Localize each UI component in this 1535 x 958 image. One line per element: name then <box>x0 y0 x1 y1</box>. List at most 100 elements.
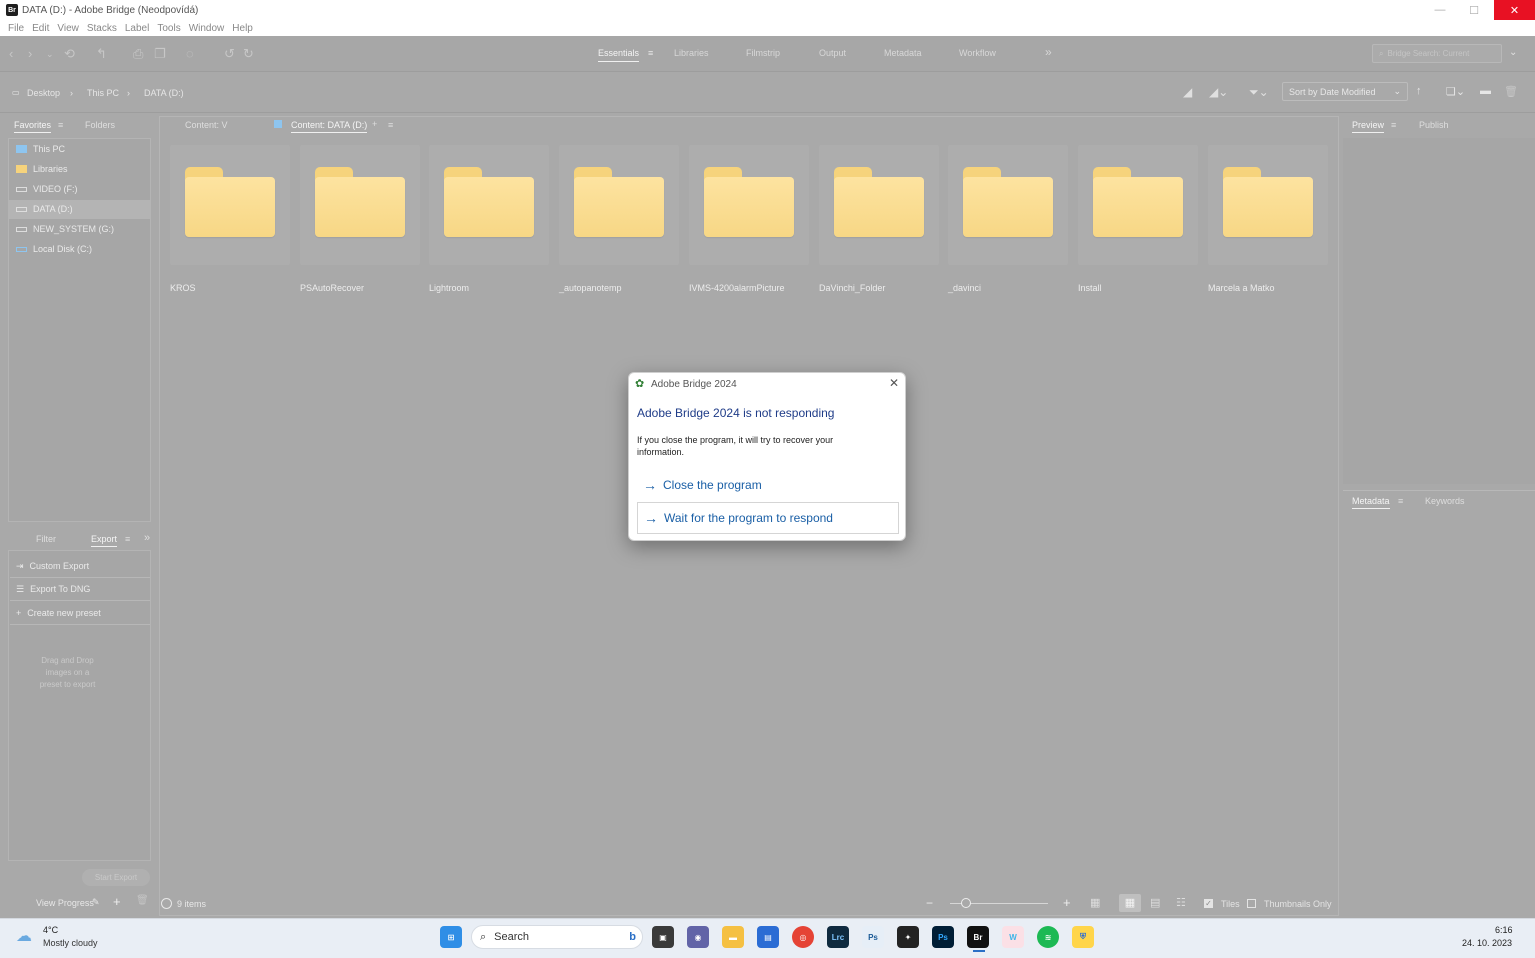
menu-stacks[interactable]: Stacks <box>87 23 117 34</box>
tab-filter[interactable]: Filter <box>36 534 56 544</box>
security-shield-icon[interactable]: ⛨ <box>1072 926 1094 948</box>
tab-output[interactable]: Output <box>819 48 846 58</box>
trash-icon[interactable]: 🗑 <box>1504 85 1518 98</box>
list-view-icon[interactable]: ☷ <box>1176 896 1186 909</box>
tab-metadata-panel[interactable]: Metadata <box>1352 496 1390 509</box>
create-new-preset[interactable]: + Create new preset <box>10 602 150 625</box>
export-menu-icon[interactable]: ≡ <box>125 534 130 544</box>
preview-menu-icon[interactable]: ≡ <box>1391 120 1396 130</box>
quality-icon[interactable]: ◢ <box>1183 85 1192 99</box>
sort-dropdown[interactable]: Sort by Date Modified ⌄ <box>1282 82 1408 101</box>
recent-history-icon[interactable]: ⟲ <box>64 46 75 62</box>
spotify-icon[interactable]: ≋ <box>1037 926 1059 948</box>
metadata-menu-icon[interactable]: ≡ <box>1398 496 1403 506</box>
save-app-icon[interactable]: ▤ <box>757 926 779 948</box>
folder-tile[interactable] <box>300 145 420 265</box>
tab-preview[interactable]: Preview <box>1352 120 1385 133</box>
weather-desc[interactable]: Mostly cloudy <box>43 938 98 948</box>
content-menu-icon[interactable]: ≡ <box>388 120 393 130</box>
favorite-data-d[interactable]: DATA (D:) <box>16 204 73 214</box>
dialog-close-icon[interactable]: ✕ <box>889 376 899 390</box>
tab-keywords[interactable]: Keywords <box>1425 496 1465 506</box>
taskbar-search[interactable]: ⌕ Search b <box>471 925 643 949</box>
grid-lock-icon[interactable]: ▦ <box>1090 896 1100 909</box>
rotate-left-icon[interactable]: ↺ <box>224 46 235 62</box>
folder-name[interactable]: DaVinchi_Folder <box>819 283 885 293</box>
folder-name[interactable]: _davinci <box>948 283 981 293</box>
thumbnails-only-checkbox[interactable] <box>1247 899 1256 908</box>
menu-window[interactable]: Window <box>189 23 225 34</box>
tab-content-v[interactable]: Content: V <box>185 120 228 130</box>
chrome-icon[interactable]: ◎ <box>792 926 814 948</box>
tab-publish[interactable]: Publish <box>1419 120 1449 130</box>
new-folder-icon[interactable]: ▬ <box>1480 85 1491 97</box>
detail-view-icon[interactable]: ▤ <box>1150 896 1160 909</box>
maximize-button[interactable]: ☐ <box>1454 0 1494 20</box>
export-to-dng[interactable]: ☰ Export To DNG <box>10 578 150 601</box>
start-icon[interactable]: ⊞ <box>440 926 462 948</box>
photoshop-beta-icon[interactable]: Ps <box>862 926 884 948</box>
sort-ascending-icon[interactable]: ↑ <box>1416 85 1422 97</box>
clock-date[interactable]: 24. 10. 2023 <box>1462 938 1512 948</box>
favorite-local-disk-c[interactable]: Local Disk (C:) <box>16 244 92 254</box>
folder-name[interactable]: PSAutoRecover <box>300 283 364 293</box>
export-custom[interactable]: ⇥ Custom Export <box>10 555 150 578</box>
add-icon[interactable]: + <box>113 894 121 909</box>
favorite-libraries[interactable]: Libraries <box>16 164 68 174</box>
forward-icon[interactable]: › <box>28 46 32 61</box>
clock-time[interactable]: 6:16 <box>1495 925 1513 935</box>
favorites-menu-icon[interactable]: ≡ <box>58 120 63 130</box>
search-input[interactable]: ⌕ Bridge Search: Current <box>1372 44 1502 63</box>
tab-essentials[interactable]: Essentials <box>598 48 640 62</box>
weather-temp[interactable]: 4°C <box>43 925 58 935</box>
folder-tile[interactable] <box>948 145 1068 265</box>
folder-tile[interactable] <box>1208 145 1328 265</box>
search-dropdown-icon[interactable]: ⌄ <box>1509 47 1517 58</box>
add-tab-icon[interactable]: + <box>372 119 377 129</box>
menu-file[interactable]: File <box>8 23 24 34</box>
tab-metadata[interactable]: Metadata <box>884 48 922 58</box>
back-icon[interactable]: ‹ <box>9 46 13 61</box>
more-workspaces-icon[interactable]: » <box>1045 45 1052 59</box>
folder-tile[interactable] <box>689 145 809 265</box>
breadcrumb-this-pc[interactable]: This PC <box>87 88 119 98</box>
folder-name[interactable]: Install <box>1078 283 1102 293</box>
refine-icon[interactable]: ◌ <box>186 46 194 61</box>
rating-filter-icon[interactable]: ◢⌄ <box>1209 85 1228 99</box>
tab-favorites[interactable]: Favorites <box>14 120 52 133</box>
menu-help[interactable]: Help <box>232 23 253 34</box>
tab-libraries[interactable]: Libraries <box>674 48 709 58</box>
folder-tile[interactable] <box>819 145 939 265</box>
favorite-video-f[interactable]: VIDEO (F:) <box>16 184 78 194</box>
view-progress-link[interactable]: View Progress <box>36 898 94 908</box>
copy-icon[interactable]: ❐ <box>154 46 166 62</box>
camera-icon[interactable]: ⎙ <box>133 46 143 62</box>
chevron-down-icon[interactable]: ⌄ <box>46 49 54 60</box>
tab-content-data-d[interactable]: Content: DATA (D:) <box>291 120 368 133</box>
tab-workflow[interactable]: Workflow <box>959 48 996 58</box>
folder-tile[interactable] <box>429 145 549 265</box>
folder-name[interactable]: IVMS-4200alarmPicture <box>689 283 785 293</box>
folder-name[interactable]: KROS <box>170 283 196 293</box>
folder-tile[interactable] <box>1078 145 1198 265</box>
wait-program-option[interactable]: → Wait for the program to respond <box>637 502 899 534</box>
favorite-this-pc[interactable]: This PC <box>16 144 65 154</box>
file-explorer-icon[interactable]: ▬ <box>722 926 744 948</box>
expand-panel-icon[interactable]: » <box>144 532 150 544</box>
filter-icon[interactable]: ⏷⌄ <box>1249 85 1269 100</box>
lightroom-classic-icon[interactable]: Lrc <box>827 926 849 948</box>
folder-name[interactable]: Lightroom <box>429 283 469 293</box>
davinci-icon[interactable]: ✦ <box>897 926 919 948</box>
close-button[interactable]: ✕ <box>1494 0 1535 20</box>
bridge-taskbar-icon[interactable]: Br <box>967 926 989 948</box>
edit-icon[interactable]: ✎ <box>92 897 100 908</box>
tab-folders[interactable]: Folders <box>85 120 115 130</box>
zoom-in-icon[interactable]: + <box>1063 895 1071 910</box>
favorite-new-system-g[interactable]: NEW_SYSTEM (G:) <box>16 224 114 234</box>
trash-icon[interactable]: 🗑 <box>136 895 149 906</box>
menu-view[interactable]: View <box>57 23 79 34</box>
folder-name[interactable]: Marcela a Matko <box>1208 283 1275 293</box>
tiles-checkbox[interactable]: ✓ <box>1204 899 1213 908</box>
zoom-slider-thumb[interactable] <box>961 898 971 908</box>
rotate-right-icon[interactable]: ↻ <box>243 46 254 62</box>
